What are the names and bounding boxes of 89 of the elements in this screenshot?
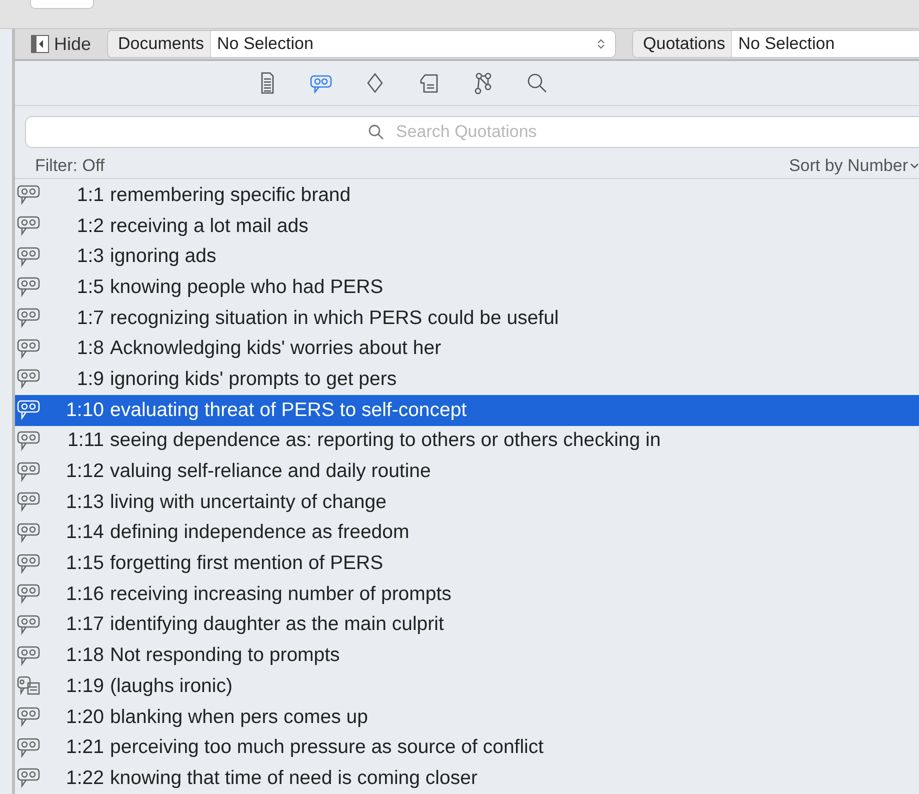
quotation-number: 1:10 <box>65 398 104 422</box>
quotation-icon <box>16 276 42 298</box>
quotation-text: recognizing situation in which PERS could be useful <box>110 306 559 330</box>
filter-status: Filter: Off <box>35 156 105 176</box>
quotation-icon <box>16 644 42 667</box>
quotation-number: 1:22 <box>65 766 104 790</box>
quotation-icon <box>16 307 42 330</box>
quotation-row[interactable]: 1:9 ignoring kids' prompts to get pers <box>15 364 919 395</box>
quotation-row[interactable]: 1:1 remembering specific brand <box>15 180 919 211</box>
quotation-text: seeing dependence as: reporting to others or others checking in <box>110 429 661 452</box>
quotation-number: 1:16 <box>65 582 104 606</box>
quotation-number: 1:12 <box>65 460 104 484</box>
quotation-row[interactable]: 1:20 blanking when pers comes up <box>15 702 919 732</box>
commented-quotation-icon <box>16 675 42 698</box>
quotation-text: ignoring kids' prompts to get pers <box>110 368 397 391</box>
quotation-icon <box>16 583 42 606</box>
quotation-row[interactable]: 1:13 living with uncertainty of change <box>15 486 919 518</box>
quotation-icon <box>16 399 42 422</box>
quotation-icon <box>16 736 42 759</box>
quotation-row[interactable]: 1:8 Acknowledging kids' worries about her <box>15 333 919 364</box>
quotation-row[interactable]: 1:3 ignoring ads <box>15 241 919 272</box>
quotation-icon <box>16 767 42 790</box>
quotation-number: 1:19 <box>65 674 104 698</box>
quotation-row[interactable]: 1:21 perceiving too much pressure as source of conflict <box>15 732 919 764</box>
quotation-text: perceiving too much pressure as source of conflict <box>110 736 544 760</box>
quotation-text: Acknowledging kids' worries about her <box>110 337 442 360</box>
quotation-number: 1:7 <box>76 306 104 330</box>
quotation-row[interactable]: 1:10 evaluating threat of PERS to self-concept <box>15 394 919 426</box>
quotation-number: 1:9 <box>76 368 104 391</box>
quotation-number: 1:1 <box>76 184 104 207</box>
quotation-row[interactable]: 1:2 receiving a lot mail ads <box>15 210 919 242</box>
quotation-row[interactable]: 1:11 seeing dependence as: reporting to others or others checking in <box>15 426 919 456</box>
quotation-icon <box>16 246 42 268</box>
quotation-icon <box>16 552 42 575</box>
quotation-text: blanking when pers comes up <box>110 706 368 729</box>
quotation-icon <box>16 614 42 636</box>
chevron-down-icon <box>910 163 919 169</box>
quotation-text: identifying daughter as the main culprit <box>110 613 444 636</box>
quotation-row[interactable]: 1:16 receiving increasing number of prompts <box>15 578 919 610</box>
quotation-number: 1:3 <box>76 245 104 268</box>
quotation-number: 1:15 <box>65 552 104 576</box>
quotation-text: valuing self-reliance and daily routine <box>110 460 431 484</box>
quotation-row[interactable]: 1:15 forgetting first mention of PERS <box>15 548 919 579</box>
search-field[interactable]: Search Quotations <box>25 116 919 148</box>
quotation-icon <box>16 706 42 728</box>
quotation-row[interactable]: 1:7 recognizing situation in which PERS could be useful <box>15 302 919 334</box>
up-down-arrows-icon <box>597 38 606 50</box>
quotation-text: living with uncertainty of change <box>110 490 386 514</box>
quotations-selector[interactable]: Quotations No Selection <box>632 30 919 58</box>
hide-button[interactable]: Hide <box>31 34 92 54</box>
quotation-number: 1:11 <box>66 429 104 452</box>
quotation-number: 1:18 <box>65 644 104 668</box>
quotation-number: 1:5 <box>76 276 104 299</box>
documents-selector[interactable]: Documents No Selection <box>107 30 616 58</box>
quotation-row[interactable]: 1:17 identifying daughter as the main culprit <box>15 610 919 640</box>
quotation-text: evaluating threat of PERS to self-concept <box>110 398 467 422</box>
quotation-icon <box>16 522 42 544</box>
quotation-text: knowing that time of need is coming closer <box>110 766 478 790</box>
quotation-number: 1:13 <box>65 490 104 514</box>
quotation-text: (laughs ironic) <box>110 674 232 698</box>
quotation-text: receiving increasing number of prompts <box>110 582 452 606</box>
quotation-row[interactable]: 1:5 knowing people who had PERS <box>15 272 919 303</box>
sort-dropdown[interactable]: Sort by Number <box>788 156 919 176</box>
quotation-icon <box>16 491 42 514</box>
quotation-text: receiving a lot mail ads <box>110 214 308 238</box>
quotation-icon <box>16 368 42 390</box>
quotation-text: ignoring ads <box>110 245 216 268</box>
quotation-row[interactable]: 1:18 Not responding to prompts <box>15 640 919 671</box>
quotation-icon <box>16 430 42 452</box>
quotation-text: defining independence as freedom <box>110 521 410 544</box>
quotation-text: forgetting first mention of PERS <box>110 552 384 576</box>
quotation-row[interactable]: 1:14 defining independence as freedom <box>15 518 919 548</box>
quotation-number: 1:20 <box>65 706 104 729</box>
quotation-row[interactable]: 1:22 knowing that time of need is coming closer <box>15 763 919 794</box>
quotation-row[interactable]: 1:19 (laughs ironic) <box>15 671 919 702</box>
quotation-number: 1:14 <box>65 521 104 544</box>
collapse-sidebar-icon <box>31 35 49 53</box>
quotation-icon <box>16 184 42 206</box>
quotation-number: 1:8 <box>76 337 104 360</box>
quotation-row[interactable]: 1:12 valuing self-reliance and daily routine <box>15 456 919 487</box>
quotation-icon <box>16 338 42 360</box>
quotation-icon <box>16 460 42 483</box>
quotation-text: Not responding to prompts <box>110 644 340 668</box>
quotation-number: 1:2 <box>76 214 104 238</box>
quotation-number: 1:21 <box>65 736 104 760</box>
quotation-icon <box>16 215 42 238</box>
quotation-number: 1:17 <box>65 613 104 636</box>
quotation-text: remembering specific brand <box>110 184 351 207</box>
quotation-text: knowing people who had PERS <box>110 276 384 299</box>
